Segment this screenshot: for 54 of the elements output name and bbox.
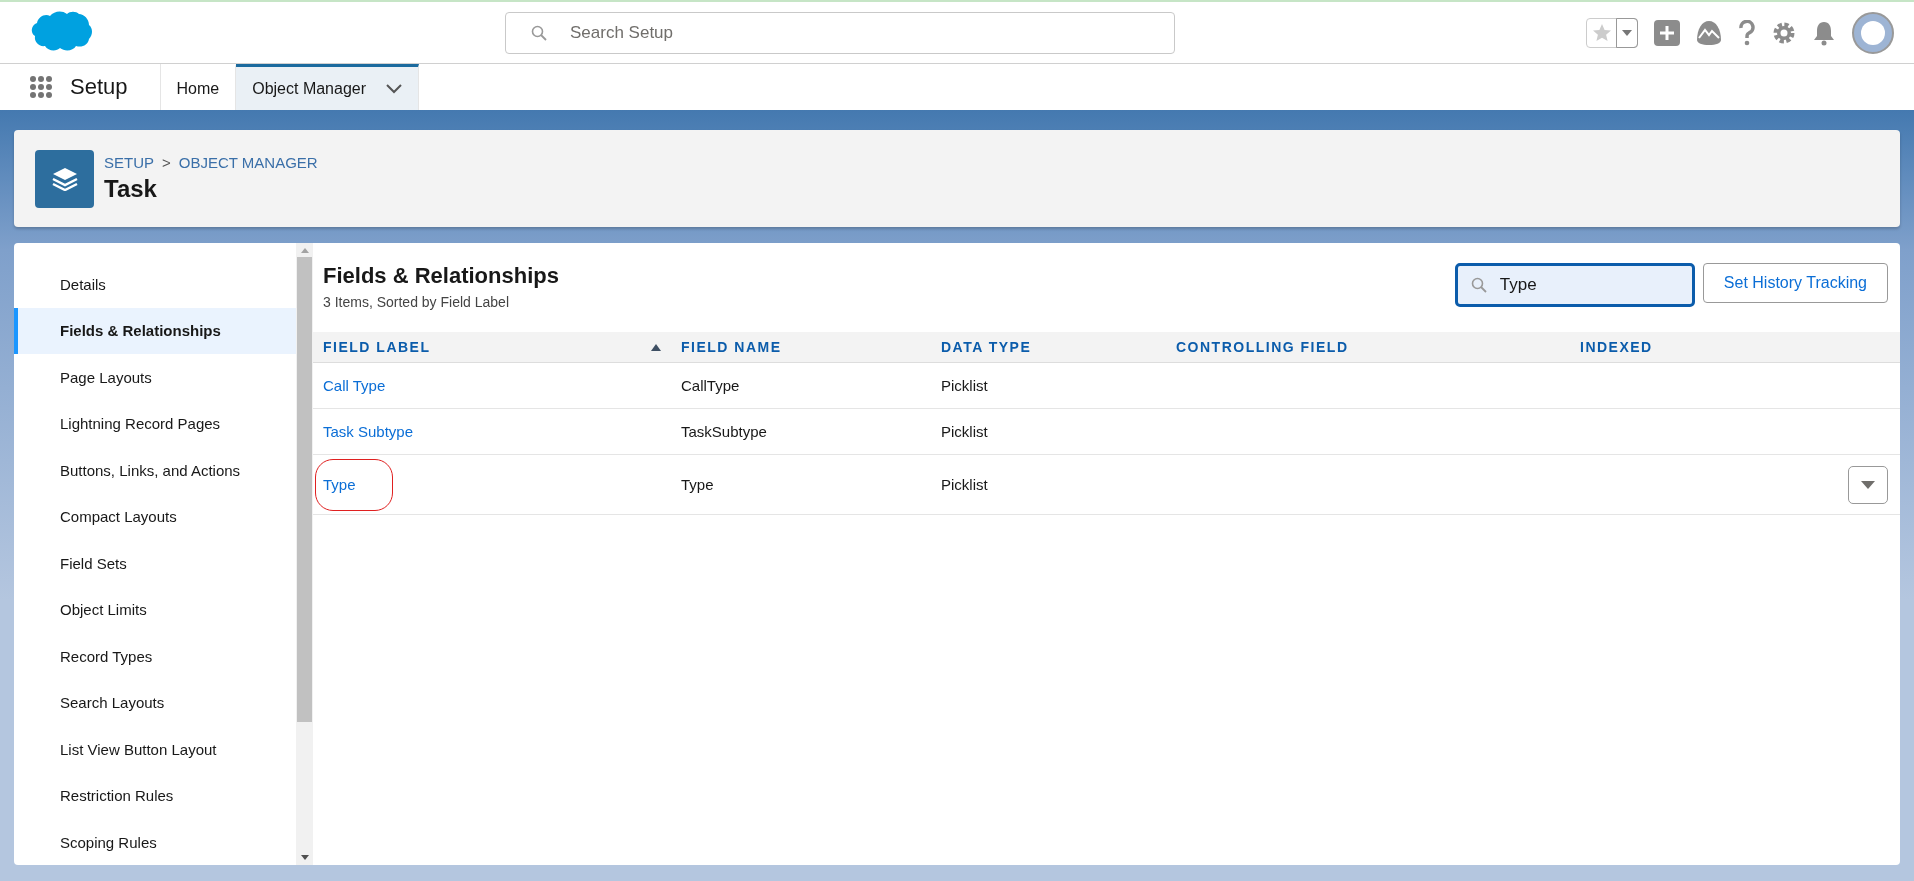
set-history-tracking-button[interactable]: Set History Tracking: [1702, 263, 1888, 303]
table-cell: Picklist: [941, 423, 988, 440]
search-field[interactable]: Search Setup: [505, 11, 1175, 54]
sidebar-item[interactable]: Object Limits: [14, 586, 296, 633]
scrollbar[interactable]: [296, 243, 313, 865]
table-cell: TaskSubtype: [681, 423, 767, 440]
sidebar-item[interactable]: Restriction Rules: [14, 772, 296, 819]
search-icon: [1470, 277, 1487, 293]
app-launcher-icon[interactable]: [30, 76, 52, 98]
sidebar-item[interactable]: Buttons, Links, and Actions: [14, 447, 296, 494]
sidebar-item[interactable]: Search Layouts: [14, 679, 296, 726]
field-label-link[interactable]: Task Subtype: [323, 423, 414, 440]
sidebar-item[interactable]: Record Types: [14, 633, 296, 680]
sort-ascending-icon[interactable]: [651, 343, 661, 351]
settings-icon[interactable]: [1772, 20, 1796, 45]
section-subtitle: 3 Items, Sorted by Field Label: [323, 294, 510, 310]
sidebar-item[interactable]: Field Sets: [14, 540, 296, 587]
field-label-link[interactable]: Call Type: [323, 377, 386, 394]
sidebar-item[interactable]: Page Layouts: [14, 354, 296, 401]
column-header[interactable]: FIELD NAME: [671, 332, 931, 363]
nav-tab[interactable]: Object Manager: [236, 64, 420, 110]
search-icon: [531, 24, 547, 41]
caret-icon: [1861, 480, 1875, 489]
plus-icon[interactable]: [1654, 19, 1680, 46]
breadcrumb-link[interactable]: OBJECT MANAGER: [178, 154, 318, 171]
table-cell: Type: [681, 476, 714, 493]
sidebar-item[interactable]: Scoping Rules: [14, 819, 296, 865]
column-header[interactable]: CONTROLLING FIELD: [1166, 332, 1570, 363]
mountain-icon[interactable]: [1696, 19, 1722, 46]
sidebar-item[interactable]: Lightning Record Pages: [14, 400, 296, 447]
column-header[interactable]: INDEXED: [1570, 332, 1900, 363]
sidebar-item[interactable]: Compact Layouts: [14, 493, 296, 540]
caret-icon[interactable]: [1616, 17, 1638, 48]
table-cell: Picklist: [941, 377, 988, 394]
layers-icon: [35, 149, 94, 208]
column-header[interactable]: FIELD LABEL: [313, 332, 671, 363]
breadcrumb-link[interactable]: SETUP: [104, 154, 154, 171]
row-actions-button[interactable]: [1848, 465, 1888, 504]
field-label-link[interactable]: Type: [323, 476, 356, 493]
bell-icon[interactable]: [1812, 19, 1836, 46]
table-cell: Picklist: [941, 476, 988, 493]
sidebar-item[interactable]: Details: [14, 261, 296, 308]
sidebar-item[interactable]: Fields & Relationships: [14, 307, 296, 354]
app-name: Setup: [52, 64, 161, 110]
page-title: Task: [104, 175, 158, 203]
avatar[interactable]: [1852, 11, 1894, 54]
breadcrumb-separator: >: [162, 154, 171, 171]
help-icon[interactable]: [1738, 19, 1756, 46]
section-title: Fields & Relationships: [323, 263, 560, 289]
table-cell: CallType: [681, 377, 740, 394]
column-header[interactable]: DATA TYPE: [931, 332, 1166, 363]
sidebar-item[interactable]: List View Button Layout: [14, 726, 296, 773]
search-field[interactable]: Type: [1454, 263, 1695, 307]
chevron-down-icon[interactable]: [386, 83, 403, 94]
